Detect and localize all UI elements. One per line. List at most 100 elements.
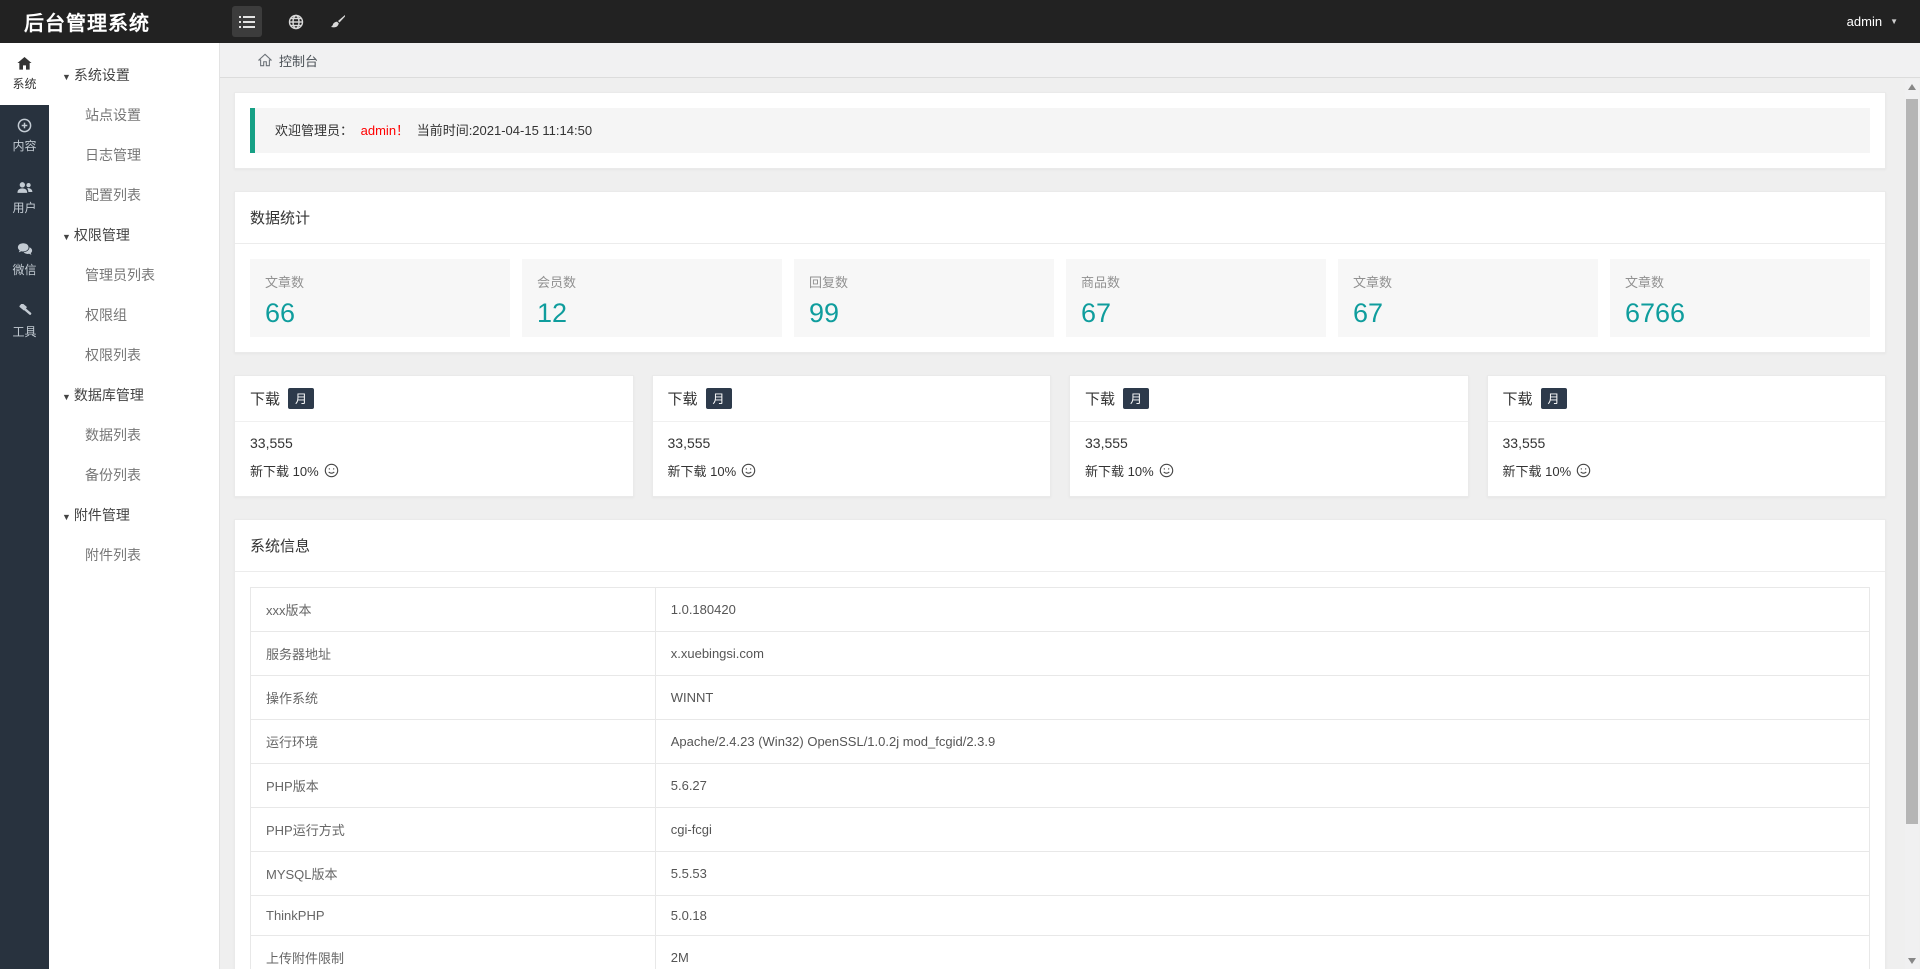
menu-entry-label: 配置列表	[85, 187, 141, 203]
download-sub: 新下载 10%	[1503, 461, 1871, 480]
rail-item-system[interactable]: 系统	[0, 43, 49, 105]
row-value: Apache/2.4.23 (Win32) OpenSSL/1.0.2j mod…	[654, 719, 1871, 764]
stats-panel-title: 数据统计	[235, 192, 1885, 244]
menu-list-icon	[239, 15, 255, 29]
menu-entry[interactable]: ▼ 附件管理	[49, 495, 219, 535]
menu-entry[interactable]: 权限组	[49, 295, 219, 335]
stat-label: 文章数	[1353, 275, 1393, 290]
stat-value: 67	[1081, 298, 1112, 328]
rail-item-label: 微信	[12, 263, 37, 277]
row-label: 服务器地址	[250, 631, 656, 676]
menu-entry[interactable]: ▼ 系统设置	[49, 55, 219, 95]
table-row: PHP运行方式 cgi-fcgi	[250, 807, 1871, 852]
row-label: xxx版本	[250, 587, 656, 632]
user-menu[interactable]: admin ▼	[1847, 14, 1920, 29]
menu-entry-label: 站点设置	[85, 107, 141, 123]
row-label: 运行环境	[250, 719, 656, 764]
breadcrumb-label[interactable]: 控制台	[279, 51, 318, 70]
rail-item-wechat[interactable]: 微信	[0, 229, 49, 291]
system-info-table: xxx版本 1.0.180420 服务器地址 x.xuebingsi.com 操…	[250, 587, 1871, 969]
month-badge[interactable]: 月	[1123, 388, 1150, 409]
row-value: 5.5.53	[654, 851, 1871, 896]
system-info-table-body: xxx版本 1.0.180420 服务器地址 x.xuebingsi.com 操…	[250, 587, 1871, 969]
stat-value: 12	[537, 298, 568, 328]
menu-entry[interactable]: 站点设置	[49, 95, 219, 135]
download-title: 下载	[1502, 391, 1533, 408]
download-title: 下载	[1085, 391, 1116, 408]
side-menu: ▼ 系统设置 站点设置 日志管理 配置列表 ▼ 权限管理 管理员列表 权限组 权…	[49, 43, 220, 969]
menu-entry[interactable]: ▼ 权限管理	[49, 215, 219, 255]
menu-entry[interactable]: 管理员列表	[49, 255, 219, 295]
rail-item-tools[interactable]: 工具	[0, 291, 49, 353]
menu-entry[interactable]: 配置列表	[49, 175, 219, 215]
home-outline-icon[interactable]	[258, 53, 272, 67]
welcome-panel: 欢迎管理员： admin！ 当前时间:2021-04-15 11:14:50	[234, 92, 1886, 169]
download-value: 33,555	[250, 435, 293, 451]
menu-entry-label: 附件管理	[73, 507, 130, 523]
row-label: PHP版本	[250, 763, 656, 808]
stat-card: 文章数 67	[1338, 259, 1598, 337]
download-card: 下载 月 33,555 新下载 10%	[1069, 375, 1469, 497]
download-card-body: 33,555 新下载 10%	[1070, 422, 1468, 496]
app-title: 后台管理系统	[24, 13, 150, 35]
users-icon	[16, 180, 33, 195]
menu-entry-label: 附件列表	[85, 547, 141, 563]
row-label: 上传附件限制	[250, 935, 656, 969]
download-card-header: 下载 月	[1487, 376, 1885, 422]
rail-item-label: 工具	[12, 325, 37, 339]
stat-label: 会员数	[537, 275, 577, 290]
menu-entry-label: 数据列表	[85, 427, 141, 443]
download-sub: 新下载 10%	[250, 461, 618, 480]
top-navbar: 后台管理系统 admin ▼	[0, 0, 1920, 43]
menu-entry[interactable]: 日志管理	[49, 135, 219, 175]
smiley-icon	[1159, 463, 1174, 478]
globe-icon	[288, 14, 304, 30]
row-value: 5.0.18	[654, 895, 1871, 936]
home-icon	[17, 56, 32, 71]
theme-brush-button[interactable]	[330, 14, 346, 30]
menu-entry[interactable]: 权限列表	[49, 335, 219, 375]
row-value: 1.0.180420	[654, 587, 1871, 632]
menu-entry[interactable]: 备份列表	[49, 455, 219, 495]
menu-entry[interactable]: ▼ 数据库管理	[49, 375, 219, 415]
month-badge[interactable]: 月	[288, 388, 315, 409]
welcome-time: 当前时间:2021-04-15 11:14:50	[416, 123, 593, 138]
stats-panel: 数据统计 文章数 66 会员数 12 回复数 99 商品数 67 文章数 67 …	[234, 191, 1886, 353]
smiley-icon	[741, 463, 756, 478]
scroll-down-arrow-icon[interactable]	[1908, 958, 1916, 964]
chevron-down-icon: ▼	[1890, 17, 1898, 26]
download-cards-row: 下载 月 33,555 新下载 10% 下载 月 33,555 新下载 10% …	[234, 375, 1886, 497]
menu-entry[interactable]: 附件列表	[49, 535, 219, 575]
table-row: MYSQL版本 5.5.53	[250, 851, 1871, 896]
download-sub-text: 新下载 10%	[667, 464, 737, 479]
menu-entry-label: 数据库管理	[73, 387, 144, 403]
menu-entry-label: 日志管理	[85, 147, 141, 163]
breadcrumb: 控制台	[220, 43, 1920, 78]
table-row: ThinkPHP 5.0.18	[250, 895, 1871, 936]
scroll-thumb[interactable]	[1906, 99, 1918, 824]
menu-entry[interactable]: 数据列表	[49, 415, 219, 455]
stat-card: 商品数 67	[1066, 259, 1326, 337]
smiley-icon	[324, 463, 339, 478]
system-info-title: 系统信息	[235, 520, 1885, 572]
rail-item-content[interactable]: 内容	[0, 105, 49, 167]
download-card: 下载 月 33,555 新下载 10%	[651, 375, 1051, 497]
side-rail: 系统 内容 用户 微信 工具	[0, 43, 49, 969]
table-row: PHP版本 5.6.27	[250, 763, 1871, 808]
tools-gavel-icon	[17, 304, 32, 319]
month-badge[interactable]: 月	[1540, 388, 1567, 409]
scroll-up-arrow-icon[interactable]	[1908, 84, 1916, 90]
stat-value: 6766	[1625, 298, 1686, 328]
download-card-header: 下载 月	[652, 376, 1050, 422]
stat-card: 文章数 66	[250, 259, 510, 337]
vertical-scrollbar[interactable]	[1905, 79, 1919, 969]
rail-item-users[interactable]: 用户	[0, 167, 49, 229]
month-badge[interactable]: 月	[705, 388, 732, 409]
table-row: xxx版本 1.0.180420	[250, 587, 1871, 632]
download-card-body: 33,555 新下载 10%	[1488, 422, 1886, 496]
download-sub: 新下载 10%	[668, 461, 1036, 480]
download-value: 33,555	[1085, 435, 1128, 451]
menu-toggle-button[interactable]	[232, 6, 262, 37]
globe-button[interactable]	[288, 14, 304, 30]
stats-cards: 文章数 66 会员数 12 回复数 99 商品数 67 文章数 67 文章数 6…	[235, 244, 1885, 352]
